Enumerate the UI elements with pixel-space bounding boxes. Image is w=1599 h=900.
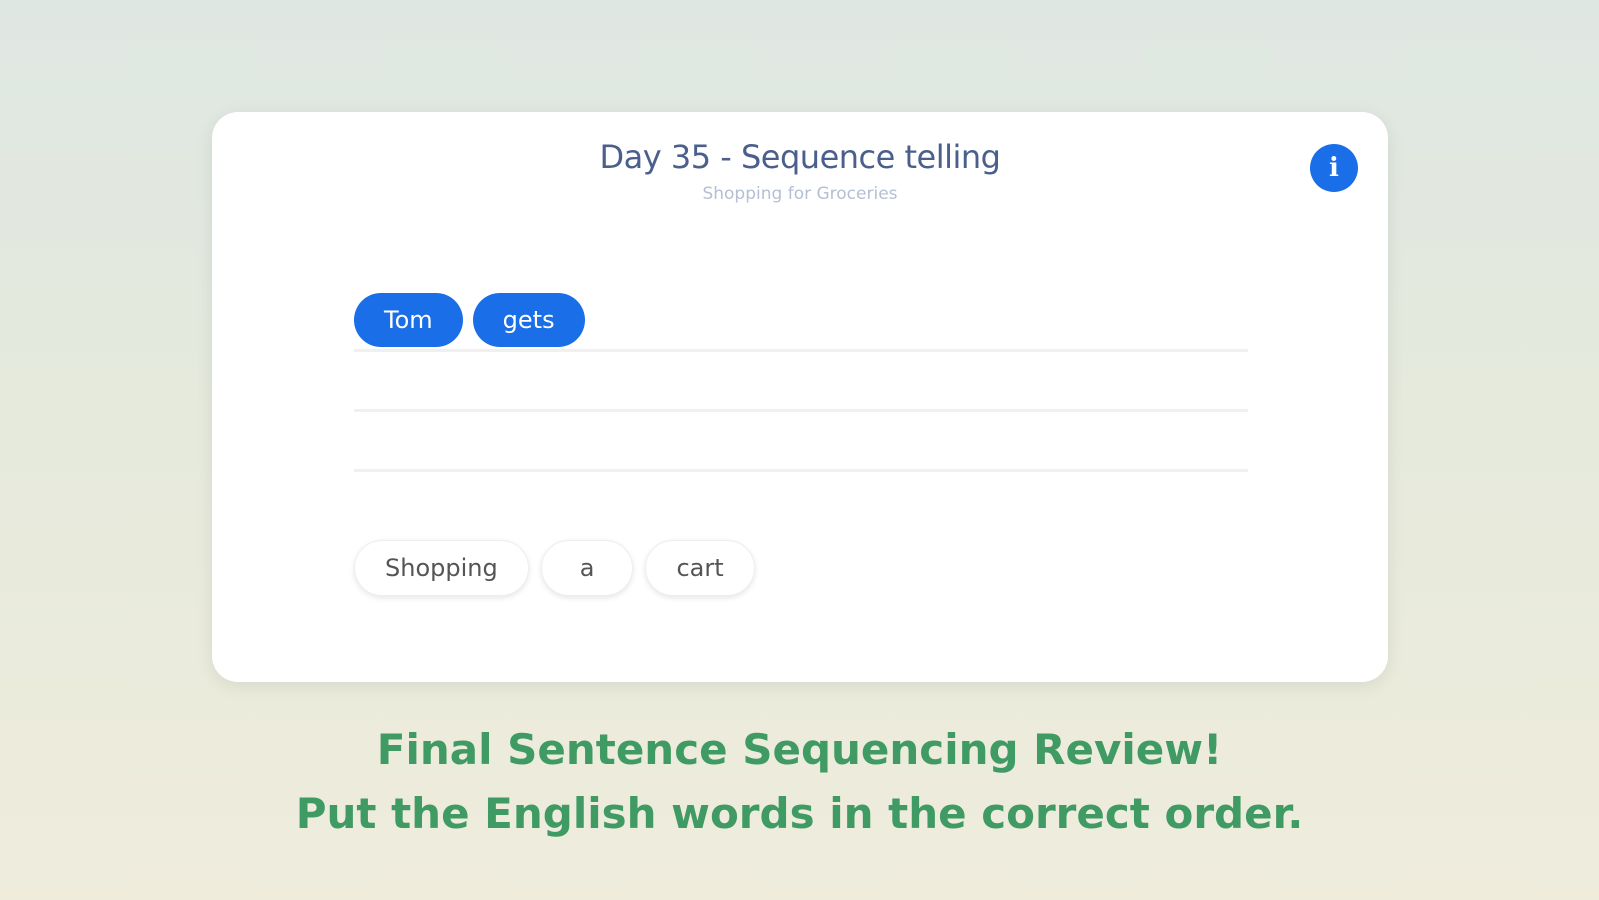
page-subtitle: Shopping for Groceries — [702, 184, 898, 204]
selected-word-chip[interactable]: gets — [472, 292, 585, 347]
instruction-line-2: Put the English words in the correct ord… — [295, 789, 1304, 838]
instructions: Final Sentence Sequencing Review! Put th… — [0, 718, 1599, 846]
exercise-card: Day 35 - Sequence telling Shopping for G… — [212, 112, 1388, 682]
word-bank: Shopping a cart — [354, 540, 755, 596]
answer-area: Tom gets — [354, 292, 1248, 472]
answer-line-1: Tom gets — [354, 292, 1248, 352]
info-icon[interactable]: i — [1310, 144, 1358, 192]
word-bank-chip[interactable]: Shopping — [354, 540, 529, 596]
instruction-line-1: Final Sentence Sequencing Review! — [376, 725, 1223, 774]
info-glyph: i — [1329, 153, 1339, 183]
selected-word-chip[interactable]: Tom — [354, 292, 463, 347]
word-bank-chip[interactable]: a — [540, 540, 634, 596]
word-bank-chip[interactable]: cart — [645, 540, 755, 596]
answer-line-3 — [354, 412, 1248, 472]
answer-line-2 — [354, 352, 1248, 412]
page-title: Day 35 - Sequence telling — [599, 138, 1001, 176]
